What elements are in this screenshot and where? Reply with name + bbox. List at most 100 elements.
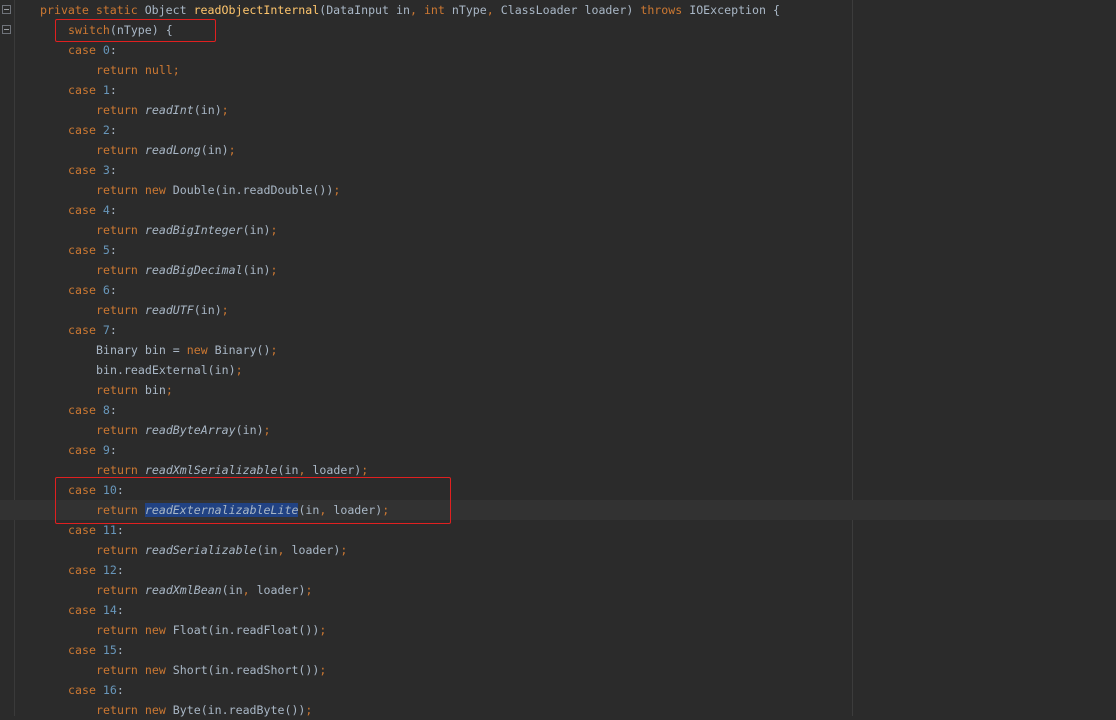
code-token: : (116, 603, 124, 617)
code-token: ; (305, 703, 313, 717)
code-line-content: case 10: (68, 480, 124, 500)
code-line-content: Binary bin = new Binary(); (96, 340, 278, 360)
code-line-content: return readByteArray(in); (96, 420, 271, 440)
code-token: 2 (102, 123, 110, 137)
code-line[interactable]: case 7: (0, 320, 1116, 340)
code-line-content: case 4: (68, 200, 117, 220)
code-line[interactable]: return bin; (0, 380, 1116, 400)
code-line[interactable]: return new Double(in.readDouble()); (0, 180, 1116, 200)
code-token: (in) (200, 143, 229, 157)
code-line[interactable]: case 14: (0, 600, 1116, 620)
code-token: IOException { (689, 3, 780, 17)
code-line[interactable]: case 11: (0, 520, 1116, 540)
code-token: case (68, 523, 103, 537)
code-line[interactable]: Binary bin = new Binary(); (0, 340, 1116, 360)
code-token: (in (277, 463, 299, 477)
code-line[interactable]: return readUTF(in); (0, 300, 1116, 320)
code-line[interactable]: return new Byte(in.readByte()); (0, 700, 1116, 720)
code-line[interactable]: return new Short(in.readShort()); (0, 660, 1116, 680)
code-token: 4 (102, 203, 110, 217)
code-token: : (109, 203, 117, 217)
code-token: readLong (144, 143, 201, 157)
code-token: ; (270, 263, 278, 277)
code-token: readInt (144, 103, 194, 117)
code-line[interactable]: case 12: (0, 560, 1116, 580)
code-editor[interactable]: private static Object readObjectInternal… (0, 0, 1116, 717)
code-token: ; (235, 363, 243, 377)
code-token: : (109, 283, 117, 297)
code-line[interactable]: return readByteArray(in); (0, 420, 1116, 440)
code-token: loader) (291, 543, 341, 557)
code-token: return new (96, 623, 173, 637)
code-line-content: return bin; (96, 380, 173, 400)
code-token: Float(in.readFloat()) (172, 623, 320, 637)
code-token: readSerializable (144, 543, 257, 557)
code-line[interactable]: case 15: (0, 640, 1116, 660)
code-line-content: case 16: (68, 680, 124, 700)
code-token: : (116, 643, 124, 657)
code-line[interactable]: case 16: (0, 680, 1116, 700)
code-line-content: return readLong(in); (96, 140, 236, 160)
code-token: (in) (242, 223, 271, 237)
code-line[interactable]: case 8: (0, 400, 1116, 420)
code-token: ; (270, 223, 278, 237)
code-token: readXmlBean (144, 583, 222, 597)
code-token: private static (40, 3, 145, 17)
code-token: readBigDecimal (144, 263, 243, 277)
code-line-content: private static Object readObjectInternal… (40, 0, 780, 20)
code-token: 14 (102, 603, 117, 617)
code-line-content: case 3: (68, 160, 117, 180)
code-line-content: case 15: (68, 640, 124, 660)
code-line[interactable]: return readLong(in); (0, 140, 1116, 160)
code-token: case (68, 323, 103, 337)
code-line[interactable]: return readExternalizableLite(in, loader… (0, 500, 1116, 520)
code-line[interactable]: return readBigInteger(in); (0, 220, 1116, 240)
code-line[interactable]: case 9: (0, 440, 1116, 460)
code-line[interactable]: case 2: (0, 120, 1116, 140)
code-line-content: return readXmlSerializable(in, loader); (96, 460, 368, 480)
code-token: return new (96, 183, 173, 197)
code-token: 9 (102, 443, 110, 457)
code-token: Object (144, 3, 194, 17)
code-line[interactable]: return readInt(in); (0, 100, 1116, 120)
code-token: Binary bin = (96, 343, 187, 357)
code-token: ClassLoader loader) (500, 3, 641, 17)
code-line[interactable]: case 1: (0, 80, 1116, 100)
code-line[interactable]: case 6: (0, 280, 1116, 300)
code-line[interactable]: case 4: (0, 200, 1116, 220)
code-token: : (109, 43, 117, 57)
code-line-content: case 5: (68, 240, 117, 260)
code-line[interactable]: return readBigDecimal(in); (0, 260, 1116, 280)
code-line-content: bin.readExternal(in); (96, 360, 243, 380)
code-line-content: case 6: (68, 280, 117, 300)
code-token: return (96, 103, 145, 117)
code-line[interactable]: case 3: (0, 160, 1116, 180)
code-line-content: case 0: (68, 40, 117, 60)
code-token: 10 (102, 483, 117, 497)
code-line-content: case 8: (68, 400, 117, 420)
code-token: : (109, 123, 117, 137)
code-line[interactable]: return new Float(in.readFloat()); (0, 620, 1116, 640)
code-line-content: case 1: (68, 80, 117, 100)
code-token: loader) (256, 583, 306, 597)
code-token: , (319, 503, 334, 517)
code-token: (DataInput in (319, 3, 410, 17)
code-line-content: return new Short(in.readShort()); (96, 660, 326, 680)
code-line[interactable]: case 10: (0, 480, 1116, 500)
code-token: readUTF (144, 303, 194, 317)
code-line-content: return null; (96, 60, 180, 80)
code-line[interactable]: return readSerializable(in, loader); (0, 540, 1116, 560)
code-line[interactable]: private static Object readObjectInternal… (0, 0, 1116, 20)
code-line[interactable]: return readXmlSerializable(in, loader); (0, 460, 1116, 480)
code-line[interactable]: return readXmlBean(in, loader); (0, 580, 1116, 600)
code-token: 16 (102, 683, 117, 697)
code-token: return (96, 263, 145, 277)
code-line[interactable]: switch(nType) { (0, 20, 1116, 40)
code-line[interactable]: case 0: (0, 40, 1116, 60)
code-line[interactable]: bin.readExternal(in); (0, 360, 1116, 380)
code-token: (in) (242, 263, 271, 277)
code-line[interactable]: return null; (0, 60, 1116, 80)
code-line-content: switch(nType) { (68, 20, 173, 40)
code-token: 0 (102, 43, 110, 57)
code-line[interactable]: case 5: (0, 240, 1116, 260)
